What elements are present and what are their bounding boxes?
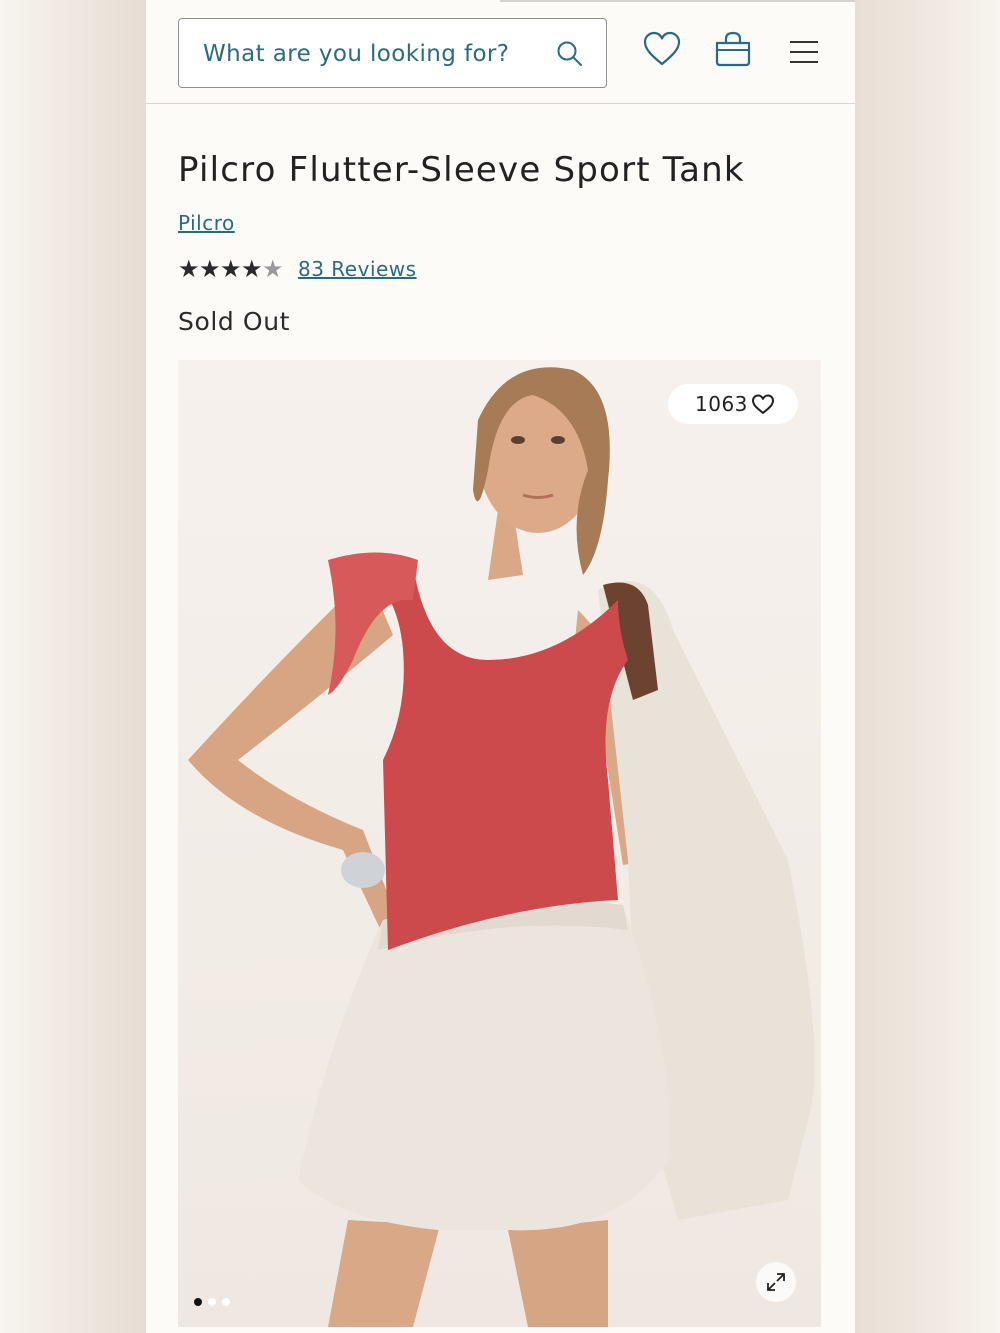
star-icon: ★ xyxy=(262,255,284,283)
heart-outline-icon xyxy=(752,394,774,414)
pagination-dot[interactable] xyxy=(222,1298,230,1306)
star-rating[interactable]: ★ ★ ★ ★ ★ xyxy=(178,257,286,281)
star-icon: ★ xyxy=(241,255,263,283)
product-title: Pilcro Flutter-Sleeve Sport Tank xyxy=(178,150,745,190)
gallery-pagination xyxy=(194,1298,244,1308)
search-input[interactable] xyxy=(201,33,555,75)
pagination-dot[interactable] xyxy=(194,1298,202,1306)
expand-image-button[interactable] xyxy=(756,1262,796,1302)
shopping-bag-icon[interactable] xyxy=(713,30,753,70)
like-count: 1063 xyxy=(695,392,748,416)
background-blur-left xyxy=(0,0,146,1333)
brand-link[interactable]: Pilcro xyxy=(178,211,235,235)
background-blur-right xyxy=(855,0,1000,1333)
like-button[interactable]: 1063 xyxy=(668,384,798,424)
site-header xyxy=(146,0,855,104)
star-icon: ★ xyxy=(199,255,221,283)
star-icon: ★ xyxy=(220,255,242,283)
expand-icon xyxy=(767,1273,785,1291)
star-icon: ★ xyxy=(178,255,200,283)
reviews-link[interactable]: 83 Reviews xyxy=(298,257,417,281)
menu-icon[interactable] xyxy=(784,30,824,70)
product-image-gallery[interactable]: 1063 xyxy=(178,360,821,1327)
search-icon[interactable] xyxy=(555,39,585,69)
availability-status: Sold Out xyxy=(178,307,291,336)
heart-icon[interactable] xyxy=(642,30,682,70)
product-page: Pilcro Flutter-Sleeve Sport Tank Pilcro … xyxy=(146,0,855,1333)
pagination-dot[interactable] xyxy=(208,1298,216,1306)
search-box[interactable] xyxy=(178,18,607,88)
product-photo xyxy=(178,360,821,1327)
